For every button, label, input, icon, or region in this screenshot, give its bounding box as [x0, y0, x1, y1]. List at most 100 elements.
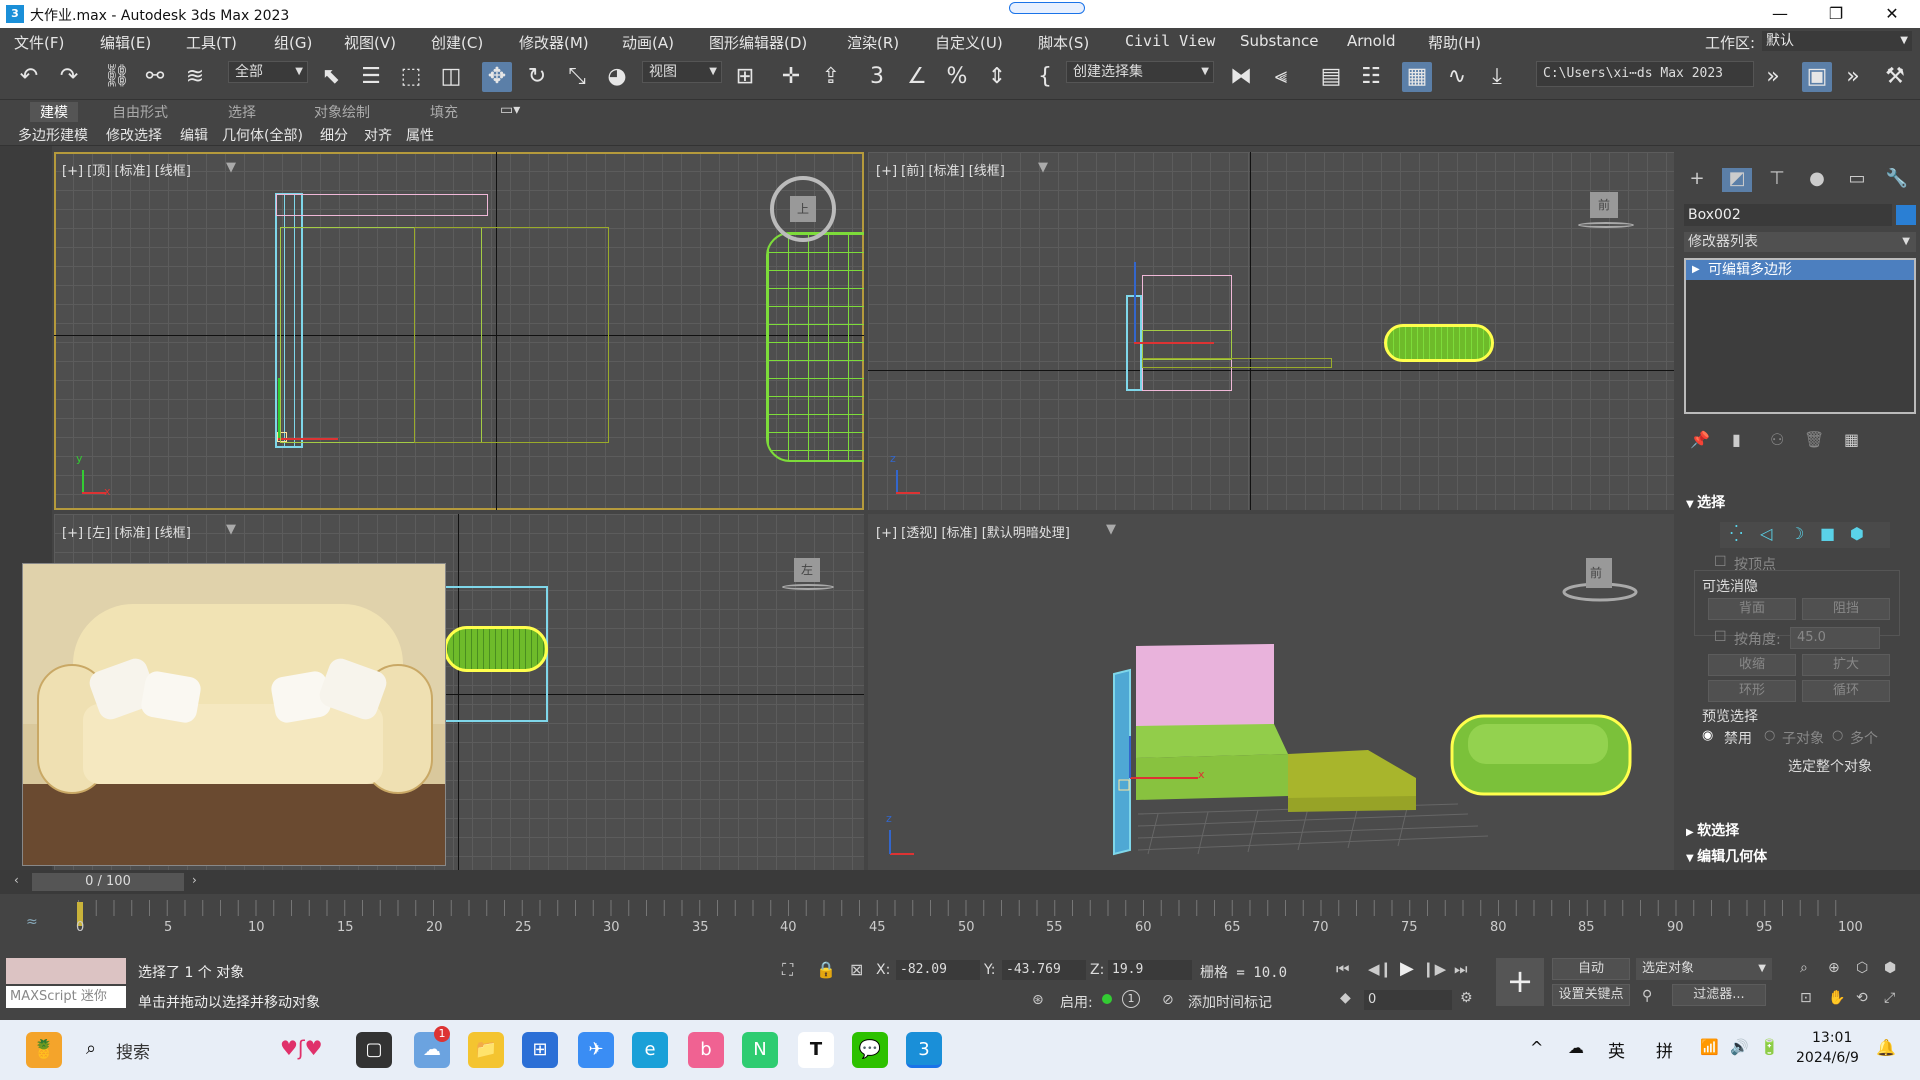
menu-modifiers[interactable]: 修改器(M)	[519, 32, 589, 53]
select-by-name-icon[interactable]: ☰	[356, 62, 386, 92]
maxscript-listener-top[interactable]	[6, 958, 126, 984]
bilibili-icon[interactable]: b	[688, 1032, 724, 1068]
undo-icon[interactable]: ↶	[14, 62, 44, 92]
minimize-button[interactable]: —	[1752, 0, 1808, 28]
ribbon-tab-freeform[interactable]: 自由形式	[112, 102, 168, 122]
feishu-icon[interactable]: ✈	[578, 1032, 614, 1068]
place-icon[interactable]: ◕	[602, 62, 632, 92]
ribbon-modify-selection[interactable]: 修改选择	[106, 125, 162, 145]
maximize-viewport-icon[interactable]: ⤢	[1884, 990, 1895, 1006]
render-setup-icon[interactable]: ▣	[1802, 62, 1832, 92]
set-key-big-button[interactable]: +	[1496, 958, 1544, 1006]
ribbon-properties[interactable]: 属性	[406, 125, 434, 145]
microsoft-store-icon[interactable]: ⊞	[522, 1032, 558, 1068]
ime-language[interactable]: 英	[1608, 1037, 1625, 1062]
object-color-swatch[interactable]	[1896, 205, 1916, 225]
next-frame-icon[interactable]: ›	[192, 873, 197, 887]
menu-graph-editors[interactable]: 图形编辑器(D)	[709, 32, 807, 53]
menu-create[interactable]: 创建(C)	[431, 32, 483, 53]
file-explorer-icon[interactable]: 📁	[468, 1032, 504, 1068]
maximize-button[interactable]: ❐	[1808, 0, 1864, 28]
viewcube-left[interactable]: 左	[794, 558, 820, 582]
viewport-front-label[interactable]: [+] [前] [标准] [线框]	[876, 160, 1005, 179]
filters-button[interactable]: 过滤器...	[1672, 984, 1766, 1006]
radio-icon[interactable]: ○	[1832, 728, 1843, 743]
orbit-icon[interactable]: ⟲	[1856, 990, 1868, 1006]
rollout-edit-geometry[interactable]: ▼ 编辑几何体	[1686, 846, 1908, 868]
viewcube-top[interactable]: 上	[790, 196, 816, 222]
create-tab-icon[interactable]: +	[1682, 168, 1712, 192]
adaptive-degradation-icon[interactable]: ⊛	[1032, 992, 1044, 1008]
more-tools-icon[interactable]: »	[1758, 62, 1788, 92]
viewcube-ring[interactable]	[1578, 222, 1634, 228]
motion-tab-icon[interactable]: ●	[1802, 168, 1832, 192]
viewport-perspective[interactable]: [+] [透视] [标准] [默认明暗处理] ▼ x z 前	[868, 514, 1674, 872]
select-move-icon[interactable]: ✥	[482, 62, 512, 92]
zoom-extents-icon[interactable]: ⬡	[1856, 960, 1868, 976]
isolate-selection-icon[interactable]: ⛶	[782, 960, 793, 980]
zoom-icon[interactable]: ⌕	[1800, 960, 1808, 976]
ribbon-tab-selection[interactable]: 选择	[228, 102, 256, 122]
absolute-mode-icon[interactable]: ⊠	[850, 960, 863, 979]
3dsmax-taskbar-icon[interactable]: 3	[906, 1032, 942, 1068]
clock-date[interactable]: 2024/6/9	[1796, 1050, 1859, 1066]
filter-icon[interactable]: ▼	[1038, 160, 1048, 175]
menu-civil-view[interactable]: Civil View	[1125, 32, 1215, 50]
add-time-tag-label[interactable]: 添加时间标记	[1188, 992, 1272, 1012]
manipulate-icon[interactable]: ✛	[776, 62, 806, 92]
display-tab-icon[interactable]: ▭	[1842, 168, 1872, 192]
key-mode-icon[interactable]: ⚲	[1642, 988, 1652, 1004]
rollout-soft-selection[interactable]: ▶ 软选择	[1686, 820, 1908, 842]
menu-customize[interactable]: 自定义(U)	[935, 32, 1003, 53]
battery-icon[interactable]: 🔋	[1760, 1038, 1779, 1056]
checkbox-icon[interactable]: ☐	[1714, 629, 1727, 645]
track-bar[interactable]: ≈ 0 5 10 15 20 25 30 35 40 45 50 55 60 6…	[0, 894, 1920, 950]
ribbon-toggle-icon[interactable]: ▦	[1402, 62, 1432, 92]
ribbon-polygon-modeling[interactable]: 多边形建模	[18, 125, 88, 145]
select-rotate-icon[interactable]: ↻	[522, 62, 552, 92]
show-hidden-icons-icon[interactable]: ^	[1530, 1038, 1543, 1057]
current-frame-field[interactable]: 0	[1364, 990, 1452, 1010]
z-coordinate-field[interactable]: 19.9	[1108, 960, 1192, 980]
onedrive-icon[interactable]: ☁	[1568, 1038, 1584, 1057]
rect-selection-icon[interactable]: ⬚	[396, 62, 426, 92]
selection-filter-dropdown[interactable]: 全部 ▼	[228, 61, 308, 83]
info-icon[interactable]: 1	[1122, 990, 1140, 1008]
angle-snap-icon[interactable]: ∠	[902, 62, 932, 92]
x-coordinate-field[interactable]: -82.09	[896, 960, 980, 980]
ribbon-align[interactable]: 对齐	[364, 125, 392, 145]
edge-icon[interactable]: ◁	[1760, 524, 1772, 543]
schematic-view-icon[interactable]: ⤓	[1482, 62, 1512, 92]
ring-button[interactable]: 环形	[1708, 680, 1796, 702]
ribbon-subdivision[interactable]: 细分	[320, 125, 348, 145]
grow-button[interactable]: 扩大	[1802, 654, 1890, 676]
edit-named-sets-icon[interactable]: {	[1030, 62, 1060, 92]
menu-rendering[interactable]: 渲染(R)	[847, 32, 899, 53]
mirror-icon[interactable]: ⧓	[1226, 62, 1256, 92]
backface-button[interactable]: 背面	[1708, 598, 1796, 620]
play-icon[interactable]: ▶	[1400, 958, 1414, 979]
spinner-snap-icon[interactable]: ⇕	[982, 62, 1012, 92]
zoom-extents-all-icon[interactable]: ⬢	[1884, 960, 1896, 976]
viewport-top[interactable]: [+] [顶] [标准] [线框] ▼ 上 y x	[54, 152, 864, 510]
3dsmax-app-icon[interactable]: 3	[6, 5, 24, 23]
pan-hand-icon[interactable]: ✋	[1828, 990, 1845, 1006]
viewcube-front[interactable]: 前	[1590, 192, 1618, 218]
set-key-button[interactable]: 设置关键点	[1552, 984, 1630, 1006]
ribbon-geometry-all[interactable]: 几何体(全部)	[222, 125, 303, 145]
go-to-start-icon[interactable]: ⏮	[1336, 960, 1350, 978]
time-config-icon[interactable]: ⚙	[1460, 990, 1473, 1006]
element-icon[interactable]: ⬢	[1850, 524, 1864, 543]
typora-icon[interactable]: T	[798, 1032, 834, 1068]
loop-button[interactable]: 循环	[1802, 680, 1890, 702]
time-tag-icon[interactable]: ⊘	[1162, 992, 1174, 1008]
menu-substance[interactable]: Substance	[1240, 32, 1318, 50]
top-center-pill[interactable]	[1009, 2, 1085, 14]
close-button[interactable]: ✕	[1864, 0, 1920, 28]
pin-stack-icon[interactable]: 📌	[1690, 430, 1710, 450]
taskbar-search-label[interactable]: 搜索	[116, 1038, 150, 1063]
ribbon-options-icon[interactable]: ▭▾	[500, 102, 520, 118]
percent-snap-icon[interactable]: %	[942, 62, 972, 92]
viewport-front[interactable]: [+] [前] [标准] [线框] ▼ 前 z	[868, 152, 1674, 510]
workspace-dropdown[interactable]: 默认 ▼	[1762, 31, 1912, 51]
